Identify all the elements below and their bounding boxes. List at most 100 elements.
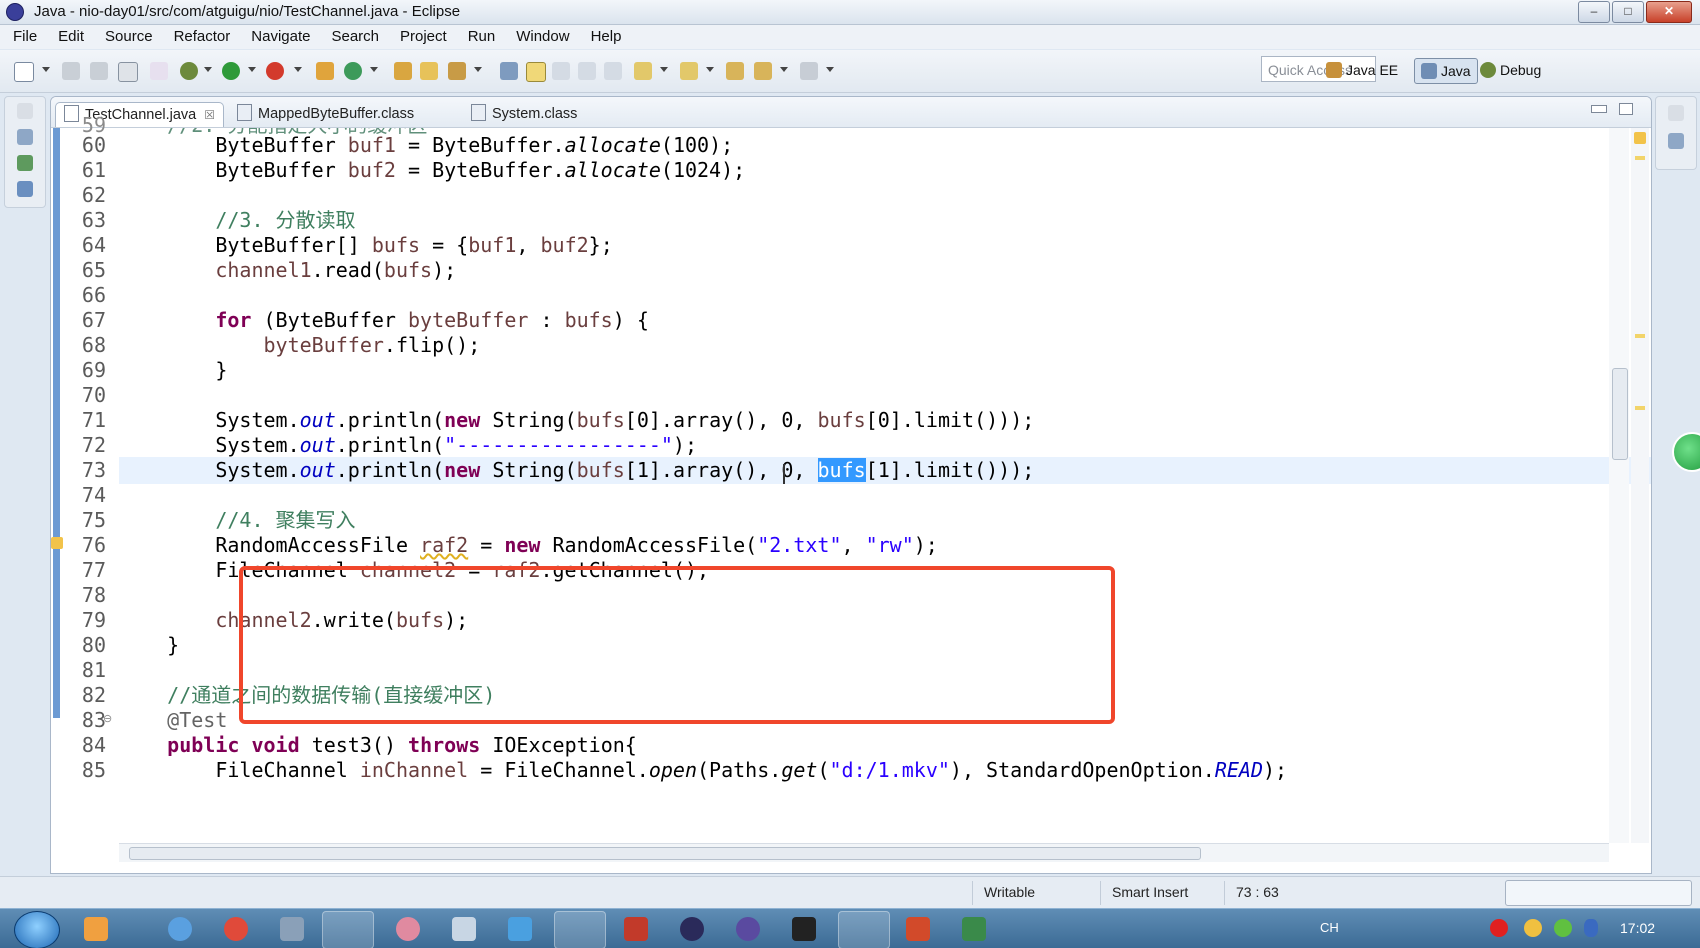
external-tools-dropdown-icon[interactable]: [294, 67, 302, 72]
mark-occurrences-icon[interactable]: [526, 62, 546, 82]
last-edit-location-icon[interactable]: [726, 62, 744, 80]
open-task-icon[interactable]: [420, 62, 438, 80]
menu-navigate[interactable]: Navigate: [238, 25, 318, 49]
taskbar-app-icon[interactable]: [452, 917, 476, 941]
taskbar-browser-icon[interactable]: [168, 917, 192, 941]
new-class-dropdown-icon[interactable]: [370, 67, 378, 72]
code-line-68: byteBuffer.flip();: [263, 333, 481, 357]
save-icon[interactable]: [62, 62, 80, 80]
overview-marker[interactable]: [1635, 406, 1645, 410]
back-dropdown-icon[interactable]: [780, 67, 788, 72]
warning-marker-icon[interactable]: [51, 537, 63, 549]
word-wrap-icon[interactable]: [578, 62, 596, 80]
taskbar-app-icon[interactable]: [280, 917, 304, 941]
new-java-project-icon[interactable]: [316, 62, 334, 80]
new-class-icon[interactable]: [344, 62, 362, 80]
save-all-icon[interactable]: [90, 62, 108, 80]
search-dropdown-icon[interactable]: [474, 67, 482, 72]
menu-refactor[interactable]: Refactor: [161, 25, 239, 49]
tab-system-class[interactable]: System.class: [471, 102, 577, 126]
taskbar-app-icon[interactable]: [736, 917, 760, 941]
code-keyword: new: [444, 408, 481, 432]
previous-annotation-dropdown-icon[interactable]: [706, 67, 714, 72]
new-dropdown-icon[interactable]: [42, 67, 50, 72]
hierarchy-icon[interactable]: [17, 155, 33, 171]
package-explorer-icon[interactable]: [17, 129, 33, 145]
restore-icon[interactable]: [17, 103, 33, 119]
tray-record-icon[interactable]: [1490, 919, 1508, 937]
tab-mappedbytebuffer-class[interactable]: MappedByteBuffer.class: [237, 102, 414, 126]
perspective-java-ee[interactable]: Java EE: [1326, 58, 1398, 82]
menu-project[interactable]: Project: [387, 25, 455, 49]
menu-edit[interactable]: Edit: [45, 25, 92, 49]
run-icon[interactable]: [222, 62, 240, 80]
taskbar-powerpoint-icon[interactable]: [906, 917, 930, 941]
taskbar-app-icon[interactable]: [508, 917, 532, 941]
forward-icon[interactable]: [800, 62, 818, 80]
overview-marker[interactable]: [1635, 334, 1645, 338]
ime-toolbar[interactable]: [1505, 880, 1692, 906]
bluetooth-icon[interactable]: [1584, 919, 1598, 937]
block-selection-icon[interactable]: [552, 62, 570, 80]
menu-source[interactable]: Source: [92, 25, 161, 49]
next-annotation-icon[interactable]: [634, 62, 652, 80]
maximize-editor-icon[interactable]: [1619, 103, 1633, 115]
run-dropdown-icon[interactable]: [248, 67, 256, 72]
horizontal-scrollbar[interactable]: [119, 843, 1609, 862]
back-icon[interactable]: [754, 62, 772, 80]
debug-icon[interactable]: [180, 62, 198, 80]
taskbar-chrome-icon[interactable]: [224, 917, 248, 941]
warning-summary-icon[interactable]: [1634, 132, 1646, 144]
vertical-scroll-thumb[interactable]: [1612, 368, 1628, 460]
close-tab-icon[interactable]: ☒: [204, 103, 215, 127]
taskbar-app-icon[interactable]: [396, 917, 420, 941]
debug-dropdown-icon[interactable]: [204, 67, 212, 72]
show-whitespace-icon[interactable]: [604, 62, 622, 80]
horizontal-scroll-thumb[interactable]: [129, 847, 1201, 860]
tray-app-icon[interactable]: [1524, 919, 1542, 937]
taskbar-clock[interactable]: 17:02: [1620, 920, 1655, 936]
fold-collapse-icon[interactable]: ⊖: [103, 712, 112, 725]
minimize-button[interactable]: –: [1578, 1, 1610, 23]
start-button[interactable]: [14, 911, 60, 948]
vertical-scrollbar[interactable]: [1609, 128, 1629, 843]
taskbar-app-icon[interactable]: [84, 917, 108, 941]
skip-breakpoints-icon[interactable]: [150, 62, 168, 80]
maximize-button[interactable]: □: [1612, 1, 1644, 23]
perspective-java[interactable]: Java: [1414, 58, 1478, 84]
code-editor[interactable]: //2. 分配指定大小的缓冲区 ByteBuffer buf1 = ByteBu…: [119, 128, 1651, 843]
forward-dropdown-icon[interactable]: [826, 67, 834, 72]
taskbar-app-icon[interactable]: [624, 917, 648, 941]
print-icon[interactable]: [118, 62, 138, 82]
taskbar-app-icon[interactable]: [962, 917, 986, 941]
taskbar-eclipse-button[interactable]: [838, 911, 890, 948]
menu-file[interactable]: File: [0, 25, 45, 49]
restore-right-icon[interactable]: [1668, 105, 1684, 121]
floating-assistant-icon[interactable]: [1672, 432, 1700, 472]
external-tools-icon[interactable]: [266, 62, 284, 80]
close-window-button[interactable]: ✕: [1646, 1, 1692, 23]
toggle-breadcrumb-icon[interactable]: [500, 62, 518, 80]
new-file-icon[interactable]: [14, 62, 34, 82]
outline-icon[interactable]: [17, 181, 33, 197]
taskbar-active-app-button[interactable]: [322, 911, 374, 948]
taskbar-terminal-icon[interactable]: [792, 917, 816, 941]
minimize-editor-icon[interactable]: [1591, 105, 1607, 113]
task-list-icon[interactable]: [1668, 133, 1684, 149]
menu-window[interactable]: Window: [503, 25, 577, 49]
menu-search[interactable]: Search: [318, 25, 387, 49]
taskbar-app-icon[interactable]: [680, 917, 704, 941]
code-line-60: ByteBuffer buf1 = ByteBuffer.allocate(10…: [215, 133, 734, 157]
overview-marker[interactable]: [1635, 156, 1645, 160]
tray-app-icon[interactable]: [1554, 919, 1572, 937]
open-type-icon[interactable]: [394, 62, 412, 80]
tray-language[interactable]: CH: [1320, 920, 1339, 935]
taskbar-app-button[interactable]: [554, 911, 606, 948]
menu-run[interactable]: Run: [455, 25, 504, 49]
menu-help[interactable]: Help: [578, 25, 630, 49]
code-token: test3: [311, 733, 372, 757]
perspective-debug[interactable]: Debug: [1480, 58, 1541, 82]
previous-annotation-icon[interactable]: [680, 62, 698, 80]
next-annotation-dropdown-icon[interactable]: [660, 67, 668, 72]
search-icon[interactable]: [448, 62, 466, 80]
